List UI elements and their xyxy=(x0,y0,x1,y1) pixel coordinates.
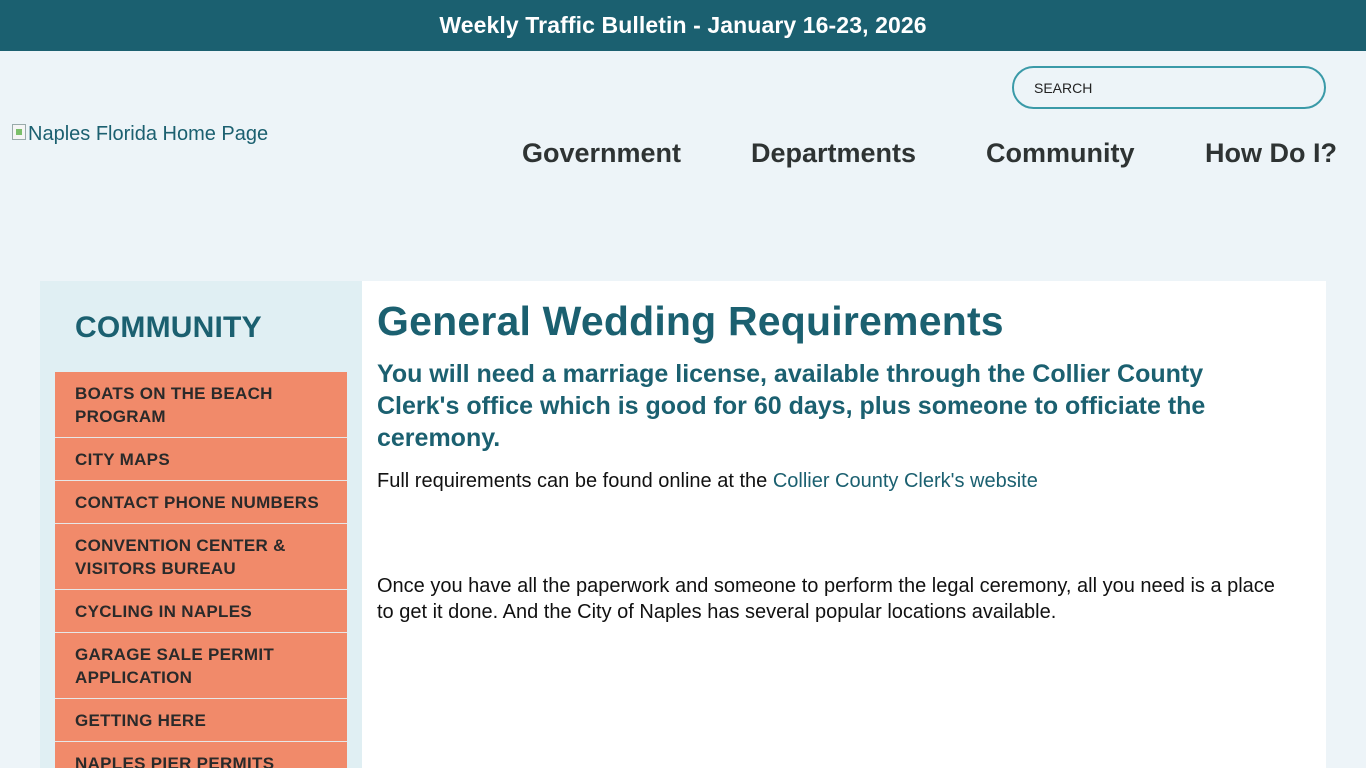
sidebar-item-boats-on-the-beach[interactable]: BOATS ON THE BEACH PROGRAM xyxy=(55,372,347,438)
page-title: General Wedding Requirements xyxy=(377,298,1004,344)
requirements-text: Full requirements can be found online at… xyxy=(377,470,773,492)
sidebar-item-naples-pier-permits[interactable]: NAPLES PIER PERMITS xyxy=(55,742,347,768)
sidebar: COMMUNITY BOATS ON THE BEACH PROGRAM CIT… xyxy=(40,281,362,768)
nav-item-how-do-i[interactable]: How Do I? xyxy=(1205,138,1337,169)
nav-item-community[interactable]: Community xyxy=(986,138,1135,169)
bulletin-link[interactable]: Weekly Traffic Bulletin - January 16-23,… xyxy=(439,12,926,39)
sidebar-item-city-maps[interactable]: CITY MAPS xyxy=(55,438,347,481)
sidebar-item-getting-here[interactable]: GETTING HERE xyxy=(55,699,347,742)
locations-paragraph: Once you have all the paperwork and some… xyxy=(377,575,1275,623)
sidebar-menu: BOATS ON THE BEACH PROGRAM CITY MAPS CON… xyxy=(55,372,347,768)
requirements-paragraph: Full requirements can be found online at… xyxy=(377,469,1307,494)
nav-item-government[interactable]: Government xyxy=(522,138,681,169)
search-input[interactable] xyxy=(1034,79,1314,96)
sidebar-item-cycling[interactable]: CYCLING IN NAPLES xyxy=(55,590,347,633)
search-box[interactable] xyxy=(1012,66,1326,109)
bulletin-banner: Weekly Traffic Bulletin - January 16-23,… xyxy=(0,0,1366,51)
collier-clerk-link[interactable]: Collier County Clerk's website xyxy=(773,470,1038,492)
sidebar-title: COMMUNITY xyxy=(75,311,262,344)
sidebar-item-contact-phone-numbers[interactable]: CONTACT PHONE NUMBERS xyxy=(55,481,347,524)
main-nav: Government Departments Community How Do … xyxy=(0,138,1366,174)
nav-item-departments[interactable]: Departments xyxy=(751,138,916,169)
sidebar-item-garage-sale-permit[interactable]: GARAGE SALE PERMIT APPLICATION xyxy=(55,633,347,699)
sidebar-item-convention-center[interactable]: CONVENTION CENTER & VISITORS BUREAU xyxy=(55,524,347,590)
page-subheading: You will need a marriage license, availa… xyxy=(377,360,1206,452)
main-content: General Wedding Requirements You will ne… xyxy=(362,281,1326,768)
